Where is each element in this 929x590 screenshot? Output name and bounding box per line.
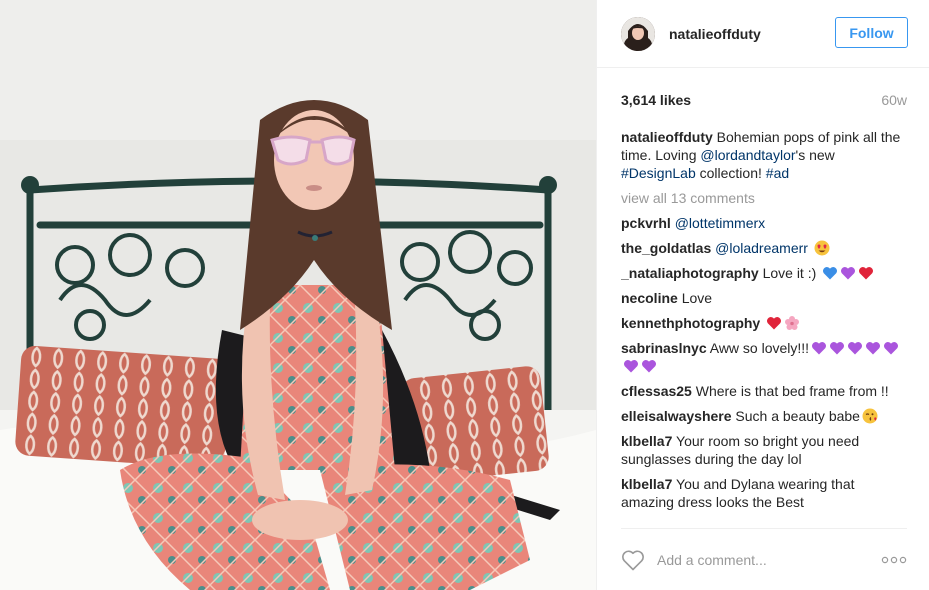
post-side-panel: natalieoffduty Follow 3,614 likes 60w na… (596, 0, 929, 590)
caption-text: collection! (699, 165, 762, 181)
caption-hashtag[interactable]: #DesignLab (621, 165, 696, 181)
comment-username[interactable]: cflessas25 (621, 383, 692, 399)
comment-mention[interactable]: @lottetimmerx (675, 215, 765, 231)
avatar[interactable] (621, 16, 655, 51)
caption-text: 's new (795, 147, 835, 163)
blue-heart-emoji-icon (822, 265, 838, 281)
purple-heart-emoji-icon (883, 340, 899, 356)
comment-item: necoline Love (621, 289, 911, 307)
purple-heart-emoji-icon (623, 358, 639, 374)
comment-username[interactable]: sabrinaslnyc (621, 340, 707, 356)
add-comment-bar (621, 528, 907, 590)
comment-item: elleisalwayshere Such a beauty babe (621, 407, 911, 425)
comment-item: kennethphotography (621, 314, 911, 332)
comment-item: _nataliaphotography Love it :) (621, 264, 911, 282)
purple-heart-emoji-icon (865, 340, 881, 356)
comment-username[interactable]: pckvrhl (621, 215, 671, 231)
purple-heart-emoji-icon (847, 340, 863, 356)
follow-button[interactable]: Follow (835, 17, 908, 48)
red-heart-emoji-icon (766, 315, 782, 331)
comment-username[interactable]: elleisalwayshere (621, 408, 732, 424)
post-age[interactable]: 60w (881, 92, 907, 108)
comment-text: Such a beauty babe (735, 408, 860, 424)
caption-username[interactable]: natalieoffduty (621, 129, 713, 145)
comment-username[interactable]: necoline (621, 290, 678, 306)
cherry-blossom-emoji-icon (784, 315, 800, 331)
caption-mention[interactable]: @lordandtaylor (700, 147, 795, 163)
comment-item: pckvrhl @lottetimmerx (621, 214, 911, 232)
comment-item: klbella7 Your room so bright you need su… (621, 432, 911, 468)
heart-outline-icon[interactable] (621, 549, 645, 571)
comment-text: Love it :) (762, 265, 817, 281)
add-comment-input[interactable] (657, 551, 881, 568)
post-image (0, 0, 596, 590)
comment-item: klbella7 You and Dylana wearing that ama… (621, 475, 911, 511)
post-photo[interactable] (0, 0, 596, 590)
comment-username[interactable]: _nataliaphotography (621, 265, 759, 281)
comment-text: Where is that bed frame from !! (695, 383, 889, 399)
purple-heart-emoji-icon (811, 340, 827, 356)
comment-mention[interactable]: @loladreamerr (715, 240, 808, 256)
likes-count[interactable]: 3,614 likes (621, 92, 691, 108)
comment-username[interactable]: klbella7 (621, 476, 672, 492)
comment-text: Love (681, 290, 713, 306)
comments-fade (621, 518, 911, 528)
caption-hashtag[interactable]: #ad (766, 165, 789, 181)
post-header: natalieoffduty Follow (597, 0, 929, 68)
red-heart-emoji-icon (858, 265, 874, 281)
comments-list[interactable]: natalieoffduty Bohemian pops of pink all… (621, 128, 911, 528)
post-username[interactable]: natalieoffduty (669, 26, 761, 42)
heart-eyes-emoji-icon (814, 240, 830, 256)
comment-text: Aww so lovely!!! (709, 340, 810, 356)
face-blowing-kiss-emoji-icon (862, 408, 878, 424)
purple-heart-emoji-icon (840, 265, 856, 281)
comment-item: sabrinaslnyc Aww so lovely!!! (621, 339, 911, 375)
purple-heart-emoji-icon (641, 358, 657, 374)
more-options-icon[interactable] (881, 555, 907, 565)
purple-heart-emoji-icon (829, 340, 845, 356)
comment-username[interactable]: the_goldatlas (621, 240, 711, 256)
comment-item: cflessas25 Where is that bed frame from … (621, 382, 911, 400)
caption: natalieoffduty Bohemian pops of pink all… (621, 128, 911, 182)
comment-username[interactable]: klbella7 (621, 433, 672, 449)
likes-row: 3,614 likes 60w (621, 92, 907, 108)
view-all-comments-link[interactable]: view all 13 comments (621, 189, 911, 207)
comment-username[interactable]: kennethphotography (621, 315, 760, 331)
instagram-post-modal: natalieoffduty Follow 3,614 likes 60w na… (0, 0, 929, 590)
comment-item: the_goldatlas @loladreamerr (621, 239, 911, 257)
